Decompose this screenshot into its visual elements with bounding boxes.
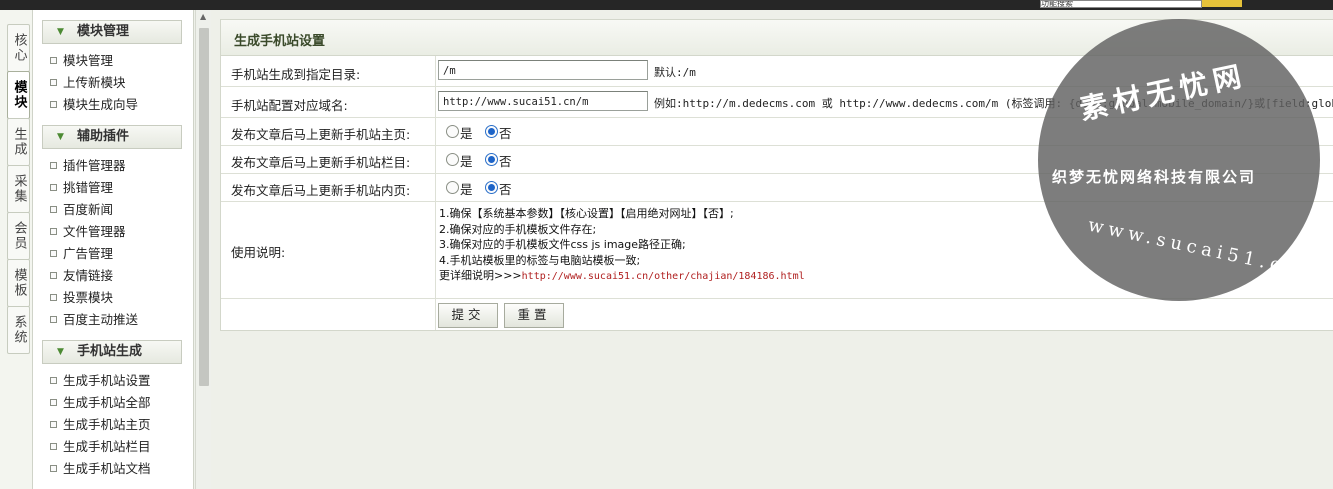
sidebar-scrollbar[interactable]: ▲	[195, 10, 212, 489]
menu-item[interactable]: 上传新模块	[50, 74, 126, 92]
update-inner-yes-radio[interactable]	[446, 181, 459, 194]
domain-label: 手机站配置对应域名:	[231, 98, 348, 113]
update-home-yes-radio[interactable]	[446, 125, 459, 138]
vertical-tab-bar: 核心 模块 生成 采集 会员 模板 系统	[0, 10, 33, 489]
tab-member[interactable]: 会员	[7, 212, 30, 260]
bullet-icon	[50, 184, 57, 191]
bullet-icon	[50, 421, 57, 428]
group-title-plugins[interactable]: ▼ 辅助插件	[42, 125, 182, 149]
menu-item[interactable]: 生成手机站主页	[50, 416, 151, 434]
top-search-button[interactable]	[1202, 0, 1242, 7]
bullet-icon	[50, 465, 57, 472]
usage-detail-link[interactable]: http://www.sucai51.cn/other/chajian/1841…	[522, 271, 805, 282]
dir-input[interactable]: /m	[438, 60, 648, 80]
update-inner-no-radio[interactable]	[485, 181, 498, 194]
bullet-icon	[50, 79, 57, 86]
menu-item[interactable]: 生成手机站设置	[50, 372, 151, 390]
menu-item[interactable]: 文件管理器	[50, 223, 126, 241]
tab-template[interactable]: 模板	[7, 259, 30, 307]
bullet-icon	[50, 101, 57, 108]
panel-title: 生成手机站设置	[234, 34, 326, 49]
row-buttons: 提交 重置	[221, 299, 1333, 330]
bullet-icon	[50, 228, 57, 235]
update-column-no-radio[interactable]	[485, 153, 498, 166]
dir-hint: 默认:/m	[654, 66, 696, 79]
chevron-down-icon: ▼	[57, 132, 64, 142]
bullet-icon	[50, 443, 57, 450]
bullet-icon	[50, 162, 57, 169]
bullet-icon	[50, 294, 57, 301]
bullet-icon	[50, 377, 57, 384]
domain-input[interactable]: http://www.sucai51.cn/m	[438, 91, 648, 111]
menu-item[interactable]: 友情链接	[50, 267, 113, 285]
chevron-down-icon: ▼	[57, 347, 64, 357]
sidebar-menu: ▼ 模块管理 模块管理 上传新模块 模块生成向导 ▼ 辅助插件 插件管理器 挑错…	[33, 10, 194, 489]
usage-notes: 1.确保【系统基本参数】【核心设置】【启用绝对网址】【否】; 2.确保对应的手机…	[439, 207, 805, 283]
menu-item[interactable]: 生成手机站栏目	[50, 438, 151, 456]
menu-item[interactable]: 插件管理器	[50, 157, 126, 175]
menu-item[interactable]: 百度主动推送	[50, 311, 138, 329]
tab-system[interactable]: 系统	[7, 306, 30, 354]
menu-item[interactable]: 广告管理	[50, 245, 113, 263]
dir-label: 手机站生成到指定目录:	[231, 67, 361, 82]
chevron-down-icon: ▼	[57, 27, 64, 37]
top-bar: 功能搜索	[0, 0, 1333, 10]
top-search-input[interactable]: 功能搜索	[1040, 0, 1202, 8]
bullet-icon	[50, 399, 57, 406]
scrollbar-thumb[interactable]	[199, 28, 209, 386]
tab-generate[interactable]: 生成	[7, 118, 30, 166]
update-inner-label: 发布文章后马上更新手机站内页:	[231, 183, 411, 198]
update-home-label: 发布文章后马上更新手机站主页:	[231, 127, 411, 142]
submit-button[interactable]: 提交	[438, 303, 498, 328]
watermark-seal: 素材无忧网 织梦无忧网络科技有限公司 www.sucai51.cn	[1038, 19, 1320, 301]
bullet-icon	[50, 206, 57, 213]
tab-collect[interactable]: 采集	[7, 165, 30, 213]
update-column-label: 发布文章后马上更新手机站栏目:	[231, 155, 411, 170]
menu-item[interactable]: 挑错管理	[50, 179, 113, 197]
bullet-icon	[50, 272, 57, 279]
menu-item[interactable]: 生成手机站全部	[50, 394, 151, 412]
menu-item[interactable]: 生成手机站文档	[50, 460, 151, 478]
menu-item[interactable]: 百度新闻	[50, 201, 113, 219]
menu-item[interactable]: 投票模块	[50, 289, 113, 307]
update-home-no-radio[interactable]	[485, 125, 498, 138]
update-column-yes-radio[interactable]	[446, 153, 459, 166]
group-title-mobile[interactable]: ▼ 手机站生成	[42, 340, 182, 364]
bullet-icon	[50, 250, 57, 257]
bullet-icon	[50, 316, 57, 323]
bullet-icon	[50, 57, 57, 64]
menu-item[interactable]: 模块生成向导	[50, 96, 138, 114]
tab-core[interactable]: 核心	[7, 24, 30, 72]
reset-button[interactable]: 重置	[504, 303, 564, 328]
usage-label: 使用说明:	[231, 245, 286, 260]
scroll-up-icon[interactable]: ▲	[200, 12, 206, 21]
tab-module[interactable]: 模块	[7, 71, 30, 119]
menu-item[interactable]: 模块管理	[50, 52, 113, 70]
group-title-module-manage[interactable]: ▼ 模块管理	[42, 20, 182, 44]
